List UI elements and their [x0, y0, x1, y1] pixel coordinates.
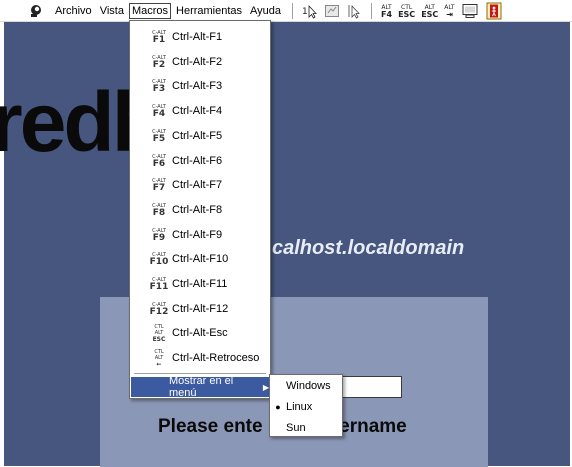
- show-in-menu-label: Mostrar en el menú: [169, 375, 234, 399]
- macro-item[interactable]: C-ALT F1 Ctrl-Alt-F1: [132, 25, 268, 49]
- keyboard-shortcut-icon: C-ALT F5: [152, 128, 166, 144]
- menu-ayuda[interactable]: Ayuda: [247, 3, 284, 19]
- macro-item[interactable]: C-ALT F6 Ctrl-Alt-F6: [132, 149, 268, 173]
- menu-vista[interactable]: Vista: [97, 3, 127, 19]
- screen-scale-icon[interactable]: [324, 3, 340, 19]
- keyboard-shortcut-icon: C-ALT F12: [149, 301, 169, 317]
- alt-tab-button[interactable]: ALT ⇥: [444, 4, 454, 19]
- macro-item[interactable]: C-ALT F3 Ctrl-Alt-F3: [132, 74, 268, 98]
- macro-item[interactable]: C-ALT F8 Ctrl-Alt-F8: [132, 198, 268, 222]
- show-in-menu-item[interactable]: Mostrar en el menú ▶: [131, 375, 269, 399]
- macro-item[interactable]: CTL ALT ESC Ctrl-Alt-Esc: [132, 321, 268, 345]
- macro-item[interactable]: C-ALT F9 Ctrl-Alt-F9: [132, 223, 268, 247]
- macro-item-label: Ctrl-Alt-F1: [172, 31, 223, 43]
- macro-item-label: Ctrl-Alt-F3: [172, 80, 223, 93]
- keyboard-shortcut-icon: C-ALT F6: [152, 153, 166, 169]
- macro-item[interactable]: C-ALT F12 Ctrl-Alt-F12: [132, 297, 268, 321]
- submenu-item-label: Linux: [286, 401, 313, 413]
- macro-item-label: Ctrl-Alt-F7: [172, 179, 223, 192]
- macro-item-label: Ctrl-Alt-F8: [172, 203, 223, 216]
- alt-esc-button[interactable]: ALT ESC: [421, 4, 438, 19]
- ctl-esc-button[interactable]: CTL ESC: [398, 4, 415, 19]
- submenu-item-label: Windows: [286, 380, 331, 392]
- svg-text:1: 1: [302, 7, 308, 17]
- macro-item[interactable]: C-ALT F5 Ctrl-Alt-F5: [132, 124, 268, 148]
- app-logo-icon[interactable]: [26, 1, 46, 21]
- keyboard-shortcut-icon: CTL ALT ←: [154, 348, 164, 368]
- macros-dropdown: C-ALT F1 Ctrl-Alt-F1 C-ALT F2 Ctrl-Alt-F2 C-AL…: [129, 20, 271, 399]
- keyboard-shortcut-icon: C-ALT F7: [152, 178, 166, 194]
- alt-f4-button[interactable]: ALT F4: [381, 4, 392, 19]
- macro-item-label: Ctrl-Alt-F12: [172, 302, 229, 315]
- keyboard-shortcut-icon: C-ALT F10: [149, 252, 169, 268]
- macro-item-label: Ctrl-Alt-F6: [172, 154, 223, 167]
- macro-item-label: Ctrl-Alt-F2: [172, 55, 223, 68]
- submenu-item-windows[interactable]: Windows: [270, 377, 342, 395]
- submenu-item-label: Sun: [286, 422, 306, 434]
- macro-item[interactable]: C-ALT F4 Ctrl-Alt-F4: [132, 99, 268, 123]
- keyboard-shortcut-icon: C-ALT F1: [152, 30, 166, 45]
- keyboard-shortcut-icon: C-ALT F9: [152, 227, 166, 243]
- submenu-item-linux[interactable]: ● Linux: [270, 398, 342, 416]
- macro-item[interactable]: CTL ALT ← Ctrl-Alt-Retroceso: [132, 346, 268, 370]
- keyboard-shortcut-icon: C-ALT F4: [152, 104, 166, 120]
- monitor-icon[interactable]: [461, 3, 479, 19]
- exit-icon[interactable]: [485, 2, 503, 20]
- macro-item-label: Ctrl-Alt-F5: [172, 129, 223, 142]
- cursor-mode-icon[interactable]: [346, 3, 362, 19]
- keyboard-shortcut-icon: CTL ALT ESC: [152, 323, 166, 343]
- macro-item[interactable]: C-ALT F10 Ctrl-Alt-F10: [132, 247, 268, 271]
- toolbar-separator: [371, 2, 373, 19]
- keyboard-shortcut-icon: C-ALT F2: [152, 54, 166, 70]
- submenu-item-sun[interactable]: Sun: [270, 419, 342, 437]
- menu-archivo[interactable]: Archivo: [52, 3, 95, 19]
- radio-dot-icon: ●: [275, 402, 281, 412]
- toolbar: Archivo Vista Macros Herramientas Ayuda …: [0, 0, 572, 22]
- macro-item-label: Ctrl-Alt-F10: [172, 253, 229, 266]
- toolbar-separator: [292, 2, 294, 19]
- menu-herramientas[interactable]: Herramientas: [173, 3, 245, 19]
- macro-item-label: Ctrl-Alt-F11: [172, 278, 228, 290]
- show-in-menu-submenu: Windows ● Linux Sun: [269, 374, 343, 437]
- menu-macros[interactable]: Macros: [128, 2, 172, 19]
- macro-item-label: Ctrl-Alt-F4: [172, 105, 223, 118]
- macro-item-label: Ctrl-Alt-Retroceso: [172, 352, 260, 365]
- pointer-mode-icon[interactable]: 1: [302, 3, 318, 19]
- macro-item-label: Ctrl-Alt-F9: [172, 228, 223, 241]
- macro-item[interactable]: C-ALT F2 Ctrl-Alt-F2: [132, 50, 268, 74]
- macro-item[interactable]: C-ALT F7 Ctrl-Alt-F7: [132, 173, 268, 197]
- keyboard-shortcut-icon: C-ALT F3: [152, 79, 166, 95]
- macro-item-label: Ctrl-Alt-Esc: [172, 327, 228, 340]
- keyboard-shortcut-icon: C-ALT F8: [152, 202, 166, 218]
- menu-divider: [134, 373, 266, 374]
- keyboard-shortcut-icon: C-ALT F11: [149, 277, 169, 292]
- macro-item[interactable]: C-ALT F11 Ctrl-Alt-F11: [132, 272, 268, 296]
